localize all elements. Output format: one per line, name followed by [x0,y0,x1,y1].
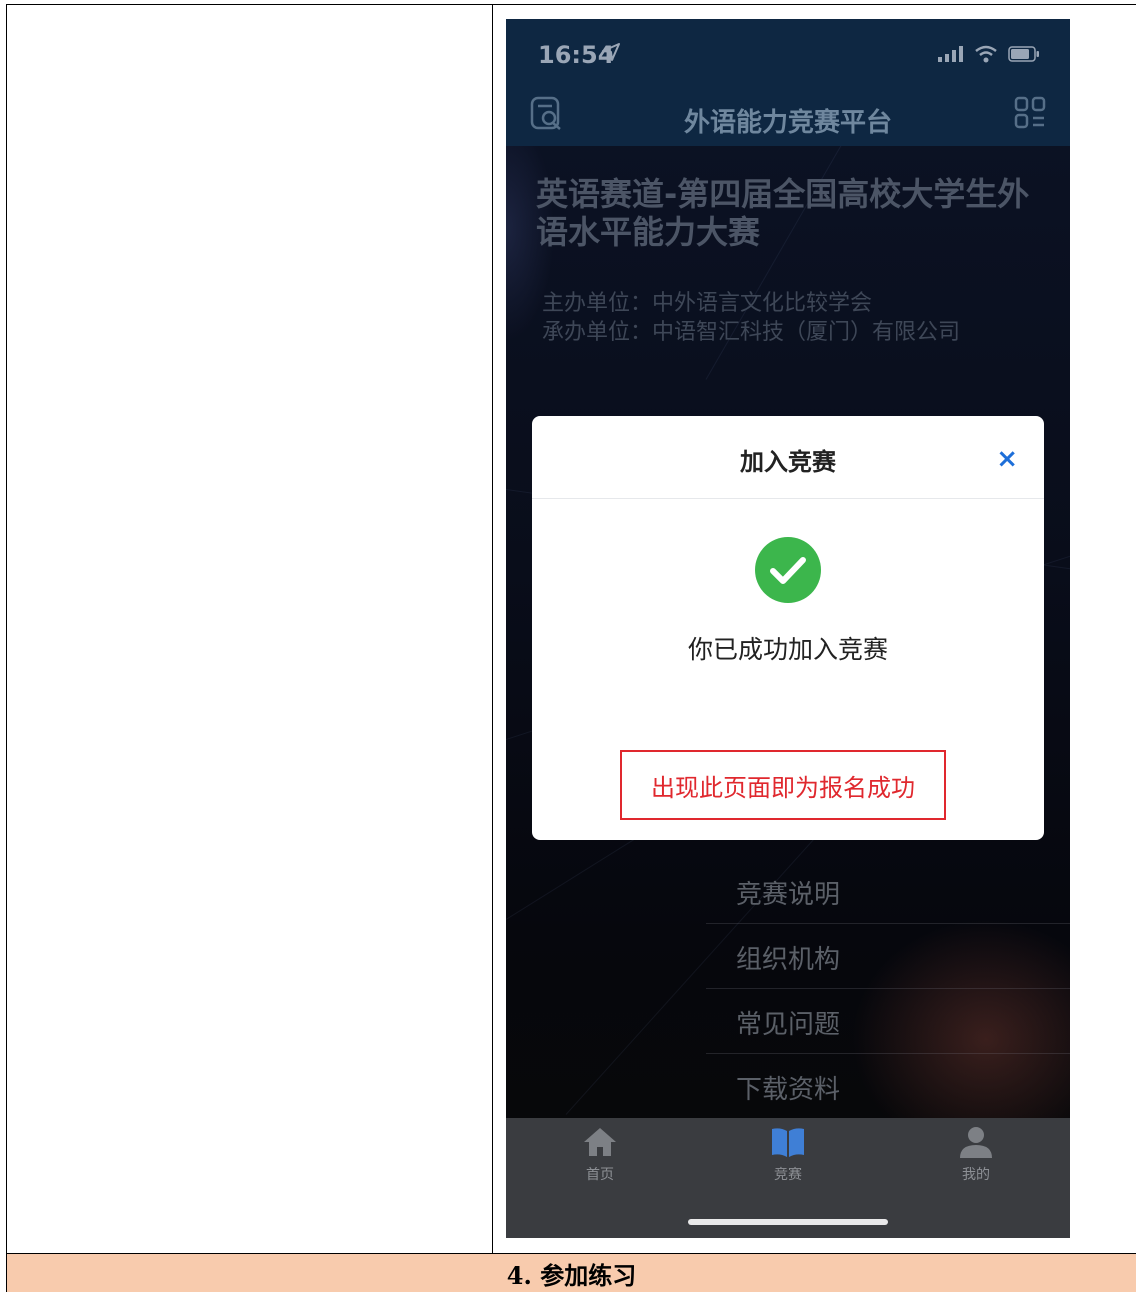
tab-competition[interactable]: 竞赛 [728,1126,848,1184]
menu-divider [706,1053,1070,1054]
tab-profile[interactable]: 我的 [916,1126,1036,1184]
home-icon [582,1128,618,1162]
menu-divider [706,988,1070,989]
menu-grid-icon[interactable] [1014,96,1046,134]
battery-icon [1008,46,1040,66]
home-indicator[interactable] [688,1219,888,1225]
user-icon [958,1127,994,1162]
close-icon[interactable]: × [996,446,1018,472]
success-message: 你已成功加入竞赛 [687,635,888,664]
app-title: 外语能力竞赛平台 [683,108,892,138]
step-title: 4. 参加练习 [506,1260,637,1290]
table-column-divider [492,4,493,1254]
menu-item-competition-info[interactable]: 竞赛说明 [506,874,1070,911]
wifi-icon [974,45,998,67]
signal-icon [938,46,964,66]
step-heading: 4. 参加练习 [7,1254,1136,1292]
location-arrow-icon [602,43,620,65]
tab-label-home: 首页 [586,1167,614,1183]
organizer-info: 主办单位：中外语言文化比较学会 承办单位：中语智汇科技（厦门）有限公司 [542,289,960,347]
success-check-icon [754,536,822,608]
tab-home[interactable]: 首页 [540,1126,660,1184]
book-icon [770,1128,806,1162]
modal-title: 加入竞赛 [740,448,836,476]
phone-screenshot: 16:54 外语能力竞赛平台 英语赛道-第四届全国高校大学生外语水平能力大赛 主… [506,19,1070,1238]
status-bar: 16:54 [506,19,1070,94]
co-organizer-line: 承办单位：中语智汇科技（厦门）有限公司 [542,320,961,345]
tab-label-profile: 我的 [962,1167,990,1183]
competition-title: 英语赛道-第四届全国高校大学生外语水平能力大赛 [536,175,1030,251]
modal-header: 加入竞赛 × [532,416,1044,499]
annotation-box: 出现此页面即为报名成功 [620,750,946,820]
tab-label-competition: 竞赛 [774,1167,802,1183]
menu-item-organization[interactable]: 组织机构 [506,939,1070,976]
organizer-line: 主办单位：中外语言文化比较学会 [542,291,873,316]
menu-divider [706,923,1070,924]
menu-item-faq[interactable]: 常见问题 [506,1004,1070,1041]
nav-bar: 外语能力竞赛平台 [506,94,1070,146]
annotation-text: 出现此页面即为报名成功 [651,773,915,802]
menu-item-downloads[interactable]: 下载资料 [506,1069,1070,1106]
join-competition-modal: 加入竞赛 × 你已成功加入竞赛 出现此页面即为报名成功 [532,416,1044,840]
